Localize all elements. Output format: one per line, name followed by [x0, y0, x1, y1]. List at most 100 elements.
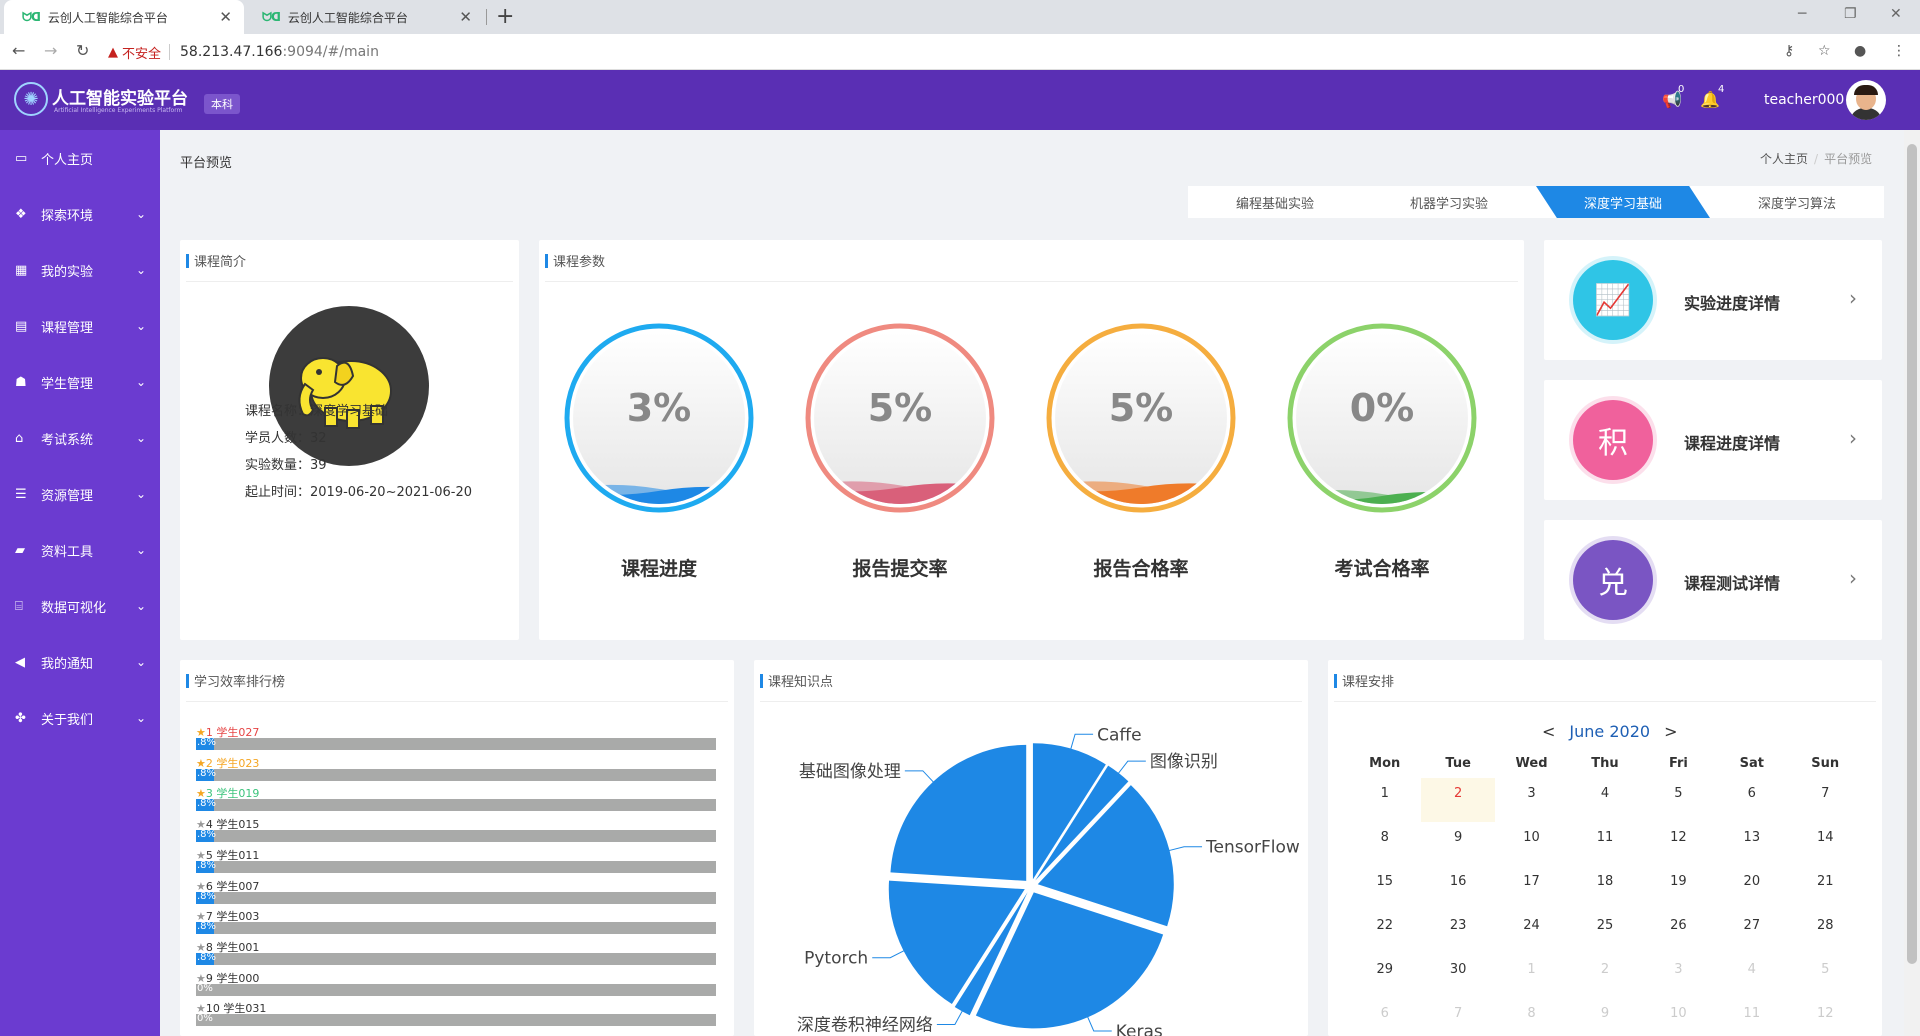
calendar-day[interactable]: 8	[1348, 822, 1421, 866]
sidebar-item[interactable]: ▦ 我的实验 ⌄	[0, 242, 160, 298]
ranking-row: ★5 学生011.8%	[196, 847, 716, 878]
calendar-day[interactable]: 5	[1789, 954, 1862, 998]
restore-icon[interactable]: ❐	[1844, 6, 1857, 22]
calendar-day[interactable]: 6	[1715, 778, 1788, 822]
profile-icon[interactable]: ●	[1854, 43, 1866, 59]
new-tab-icon[interactable]: +	[496, 4, 514, 29]
pie-slice[interactable]	[890, 744, 1027, 881]
key-icon[interactable]: ⚷	[1784, 43, 1794, 59]
calendar-day[interactable]: 19	[1642, 866, 1715, 910]
course-tab[interactable]: 机器学习实验	[1362, 186, 1536, 218]
quick-link-card[interactable]: 📈 实验进度详情 ›	[1544, 240, 1882, 360]
calendar-day[interactable]: 3	[1642, 954, 1715, 998]
calendar-day[interactable]: 27	[1715, 910, 1788, 954]
info-row: 课程名称：深度学习基础	[245, 400, 388, 419]
close-icon[interactable]: ✕	[459, 8, 472, 26]
quick-link-card[interactable]: 兑 课程测试详情 ›	[1544, 520, 1882, 640]
gauge-value: 5%	[867, 386, 933, 430]
calendar-day[interactable]: 2	[1421, 778, 1495, 822]
scroll-thumb[interactable]	[1907, 144, 1917, 964]
chevron-right-icon: ›	[1849, 566, 1857, 590]
sidebar-item[interactable]: ✤ 关于我们 ⌄	[0, 690, 160, 746]
sidebar-item[interactable]: ❖ 探索环境 ⌄	[0, 186, 160, 242]
sidebar-item[interactable]: ⌂ 考试系统 ⌄	[0, 410, 160, 466]
calendar-day[interactable]: 2	[1568, 954, 1641, 998]
course-tab[interactable]: 深度学习基础	[1536, 186, 1710, 218]
calendar-day[interactable]: 9	[1568, 998, 1641, 1036]
back-icon[interactable]: ←	[12, 41, 25, 60]
calendar-day[interactable]: 25	[1568, 910, 1641, 954]
sidebar-item[interactable]: ☗ 学生管理 ⌄	[0, 354, 160, 410]
calendar-day[interactable]: 14	[1789, 822, 1862, 866]
calendar-day[interactable]: 9	[1421, 822, 1494, 866]
calendar-day[interactable]: 30	[1421, 954, 1494, 998]
calendar-day[interactable]: 6	[1348, 998, 1421, 1036]
calendar-day[interactable]: 11	[1715, 998, 1788, 1036]
calendar-day[interactable]: 26	[1642, 910, 1715, 954]
sidebar-item[interactable]: ▭ 个人主页	[0, 130, 160, 186]
url-field[interactable]: ▲ 不安全 58.213.47.166 :9094/#/main	[108, 39, 1828, 65]
breadcrumb-home[interactable]: 个人主页	[1760, 152, 1808, 166]
minimize-icon[interactable]: ─	[1798, 6, 1806, 22]
username[interactable]: teacher000	[1764, 92, 1844, 108]
sidebar-item[interactable]: ◀ 我的通知 ⌄	[0, 634, 160, 690]
calendar-day[interactable]: 22	[1348, 910, 1421, 954]
avatar[interactable]	[1846, 80, 1886, 120]
close-window-icon[interactable]: ✕	[1890, 6, 1902, 22]
sidebar-item[interactable]: ▤ 课程管理 ⌄	[0, 298, 160, 354]
quick-link-card[interactable]: 积 课程进度详情 ›	[1544, 380, 1882, 500]
star-icon[interactable]: ☆	[1818, 43, 1831, 59]
calendar-day[interactable]: 24	[1495, 910, 1568, 954]
calendar-day[interactable]: 21	[1789, 866, 1862, 910]
calendar-day[interactable]: 12	[1789, 998, 1862, 1036]
calendar-day[interactable]: 7	[1421, 998, 1494, 1036]
calendar-day[interactable]: 11	[1568, 822, 1641, 866]
calendar-day[interactable]: 5	[1642, 778, 1715, 822]
calendar-day[interactable]: 8	[1495, 998, 1568, 1036]
calendar-day[interactable]: 4	[1715, 954, 1788, 998]
sidebar-item[interactable]: ☰ 资源管理 ⌄	[0, 466, 160, 522]
calendar-day[interactable]: 23	[1421, 910, 1494, 954]
calendar-day[interactable]: 10	[1642, 998, 1715, 1036]
calendar-day[interactable]: 1	[1495, 954, 1568, 998]
browser-tab[interactable]: ᗢᗡ 云创人工智能综合平台 ✕	[244, 0, 484, 34]
info-label: 实验数量：	[245, 458, 311, 473]
card-title: 学习效率排行榜	[194, 675, 286, 690]
calendar-day[interactable]: 3	[1495, 778, 1568, 822]
prev-month-button[interactable]: <	[1542, 722, 1555, 741]
bell-icon[interactable]: 🔔	[1700, 90, 1720, 109]
calendar-day[interactable]: 7	[1789, 778, 1862, 822]
calendar-day[interactable]: 29	[1348, 954, 1421, 998]
calendar-day[interactable]: 18	[1568, 866, 1641, 910]
scrollbar[interactable]	[1904, 130, 1920, 1036]
forward-icon[interactable]: →	[44, 41, 57, 60]
calendar-day[interactable]: 12	[1642, 822, 1715, 866]
calendar-week: 6 7 8 9 10 11 12	[1348, 998, 1862, 1036]
course-tab[interactable]: 深度学习算法	[1710, 186, 1884, 218]
info-value: 32	[310, 431, 327, 446]
calendar-day[interactable]: 15	[1348, 866, 1421, 910]
sidebar-item[interactable]: ▰ 资料工具 ⌄	[0, 522, 160, 578]
calendar-day[interactable]: 13	[1715, 822, 1788, 866]
calendar-card: 课程安排 < June 2020 > Mon Tue Wed Thu Fri Sat Sun 1 2…	[1328, 660, 1882, 1036]
browser-tab[interactable]: ᗢᗡ 云创人工智能综合平台 ✕	[4, 0, 244, 34]
gauge: 5% 报告合格率	[1045, 322, 1237, 592]
sidebar-item[interactable]: ⌸ 数据可视化 ⌄	[0, 578, 160, 634]
close-icon[interactable]: ✕	[219, 8, 232, 26]
next-month-button[interactable]: >	[1664, 722, 1677, 741]
file-icon: ▤	[15, 318, 28, 334]
course-tab[interactable]: 编程基础实验	[1188, 186, 1362, 218]
calendar-day[interactable]: 4	[1568, 778, 1641, 822]
calendar-day[interactable]: 20	[1715, 866, 1788, 910]
calendar-day[interactable]: 16	[1421, 866, 1494, 910]
pie-leader-line	[872, 949, 907, 959]
calendar-day[interactable]: 10	[1495, 822, 1568, 866]
sidebar-item-label: 资源管理	[41, 488, 94, 504]
menu-dots-icon[interactable]: ⋮	[1892, 43, 1906, 59]
reload-icon[interactable]: ↻	[76, 41, 89, 60]
calendar-day[interactable]: 28	[1789, 910, 1862, 954]
calendar-day[interactable]: 1	[1348, 778, 1421, 822]
calendar-day[interactable]: 17	[1495, 866, 1568, 910]
volume-icon: ◀	[15, 654, 25, 670]
info-label: 学员人数：	[245, 431, 311, 446]
